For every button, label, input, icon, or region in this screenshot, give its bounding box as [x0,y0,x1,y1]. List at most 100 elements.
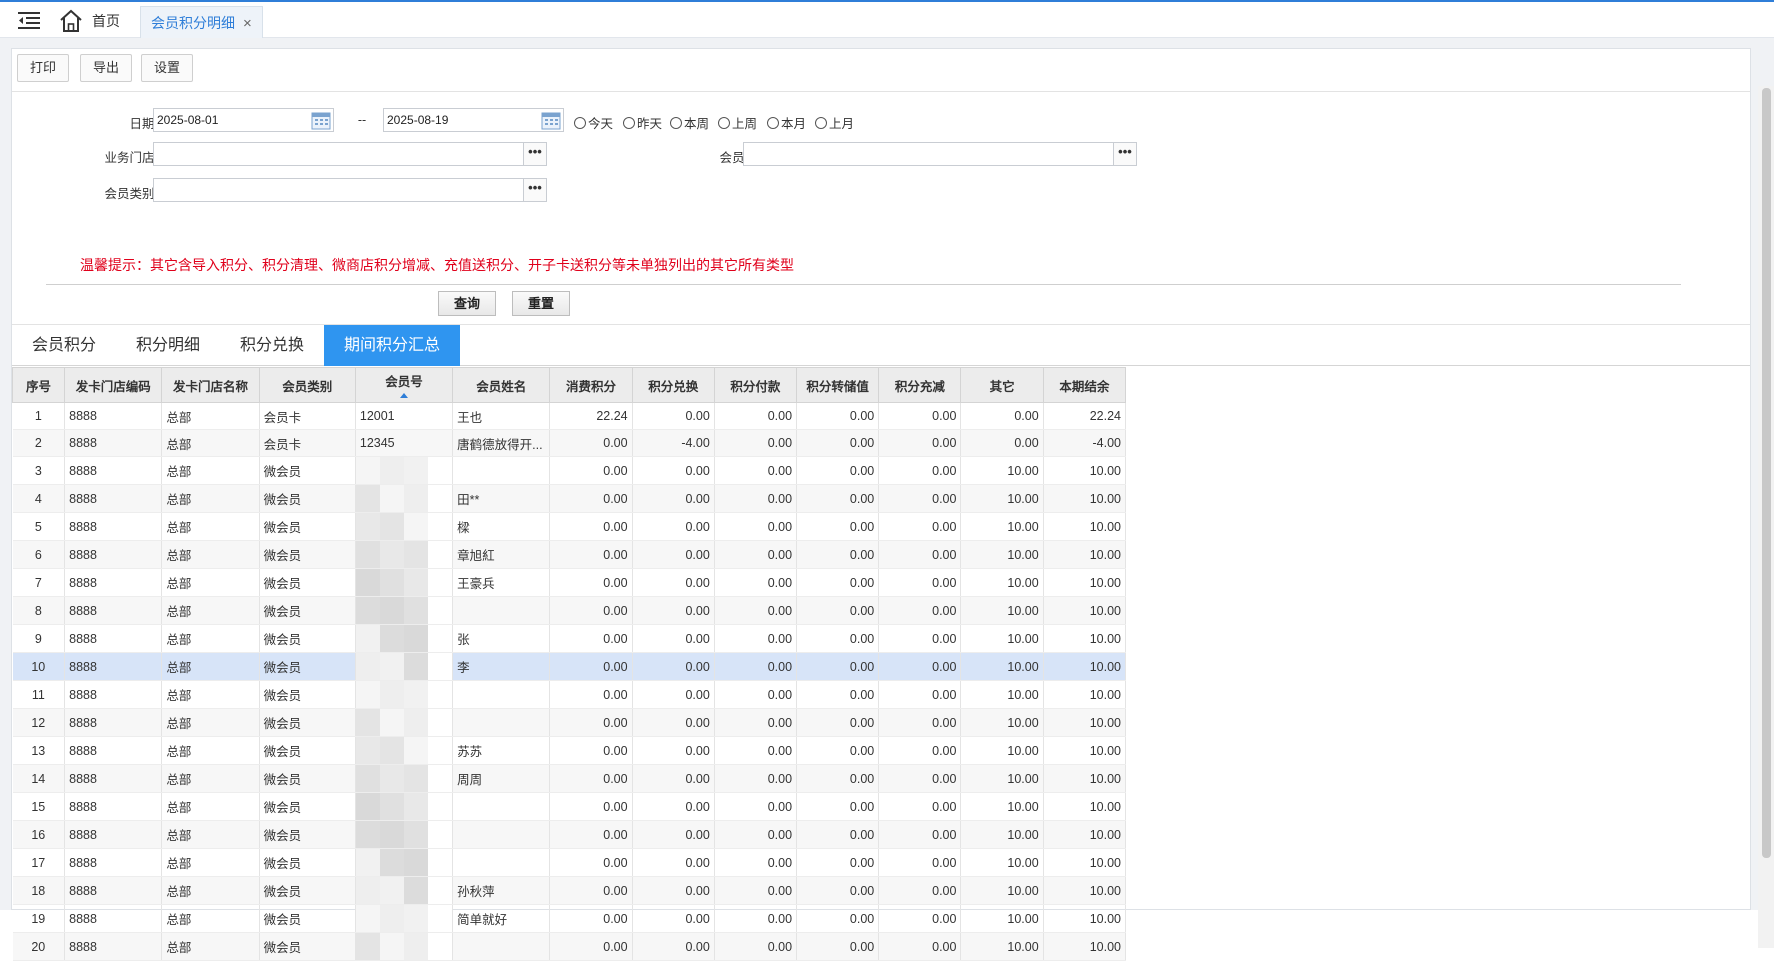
table-cell: 0.00 [549,596,633,625]
store-picker-button[interactable]: ••• [523,142,547,166]
table-cell: 0.00 [632,876,715,905]
scrollbar-thumb[interactable] [1762,88,1771,858]
category-input[interactable] [153,178,524,202]
vertical-scrollbar[interactable] [1758,86,1774,948]
table-row[interactable]: 1 8888 总部 会员卡 12001 王也 22.24 0.00 0.00 0.00 0.00 0.… [12,402,1127,430]
table-cell: 李 [452,652,551,681]
table-row[interactable]: 8 8888 总部 微会员 0.00 0.00 0.00 0.00 0.00 10.00 10.00 [12,596,1127,625]
close-icon[interactable]: × [243,15,252,32]
redacted-member-number [355,653,452,680]
table-cell: 总部 [161,876,260,905]
radio-this-month[interactable]: 本月 [767,113,806,132]
table-cell: 12001 [355,402,454,430]
calendar-icon[interactable] [310,109,332,131]
table-cell: 8888 [64,456,163,485]
table-row[interactable]: 15 8888 总部 微会员 0.00 0.00 0.00 0.00 0.00 10.00 10.0… [12,792,1127,821]
table-row[interactable]: 12 8888 总部 微会员 0.00 0.00 0.00 0.00 0.00 10.00 10.0… [12,708,1127,737]
table-cell: 0.00 [796,652,880,681]
column-header[interactable]: 积分充减 [878,367,962,403]
table-row[interactable]: 5 8888 总部 微会员樑 0.00 0.00 0.00 0.00 0.00 10.00 10.0… [12,512,1127,541]
export-button[interactable]: 导出 [80,54,133,82]
date-from-input[interactable]: 2025-08-01 [153,108,334,132]
column-header[interactable]: 会员姓名 [452,367,551,403]
table-row[interactable]: 11 8888 总部 微会员 0.00 0.00 0.00 0.00 0.00 10.00 10.0… [12,680,1127,709]
column-header[interactable]: 积分转储值 [796,367,880,403]
table-row[interactable]: 9 8888 总部 微会员张 0.00 0.00 0.00 0.00 0.00 10.00 10.0… [12,624,1127,653]
column-header[interactable]: 发卡门店名称 [161,367,260,403]
sort-ascending-icon [400,393,408,398]
table-cell: 苏苏 [452,736,551,765]
redacted-member-number [355,485,452,512]
table-row[interactable]: 3 8888 总部 微会员 0.00 0.00 0.00 0.00 0.00 10.00 10.00 [12,456,1127,485]
radio-last-week[interactable]: 上周 [718,113,757,132]
radio-this-week[interactable]: 本周 [670,113,709,132]
category-picker-button[interactable]: ••• [523,178,547,202]
member-picker-button[interactable]: ••• [1113,142,1137,166]
column-header[interactable]: 本期结余 [1042,367,1127,403]
column-header[interactable]: 会员类别 [258,367,356,403]
table-cell: 2 [12,429,66,457]
column-header[interactable]: 发卡门店编码 [64,367,163,403]
store-input[interactable] [153,142,524,166]
home-tab[interactable]: 首页 [58,8,120,34]
print-button[interactable]: 打印 [17,54,70,82]
table-cell: 0.00 [796,456,880,485]
table-cell: 微会员 [259,680,356,709]
query-button[interactable]: 查询 [438,291,496,316]
table-cell: 0.00 [714,876,798,905]
table-row[interactable]: 10 8888 总部 微会员李 0.00 0.00 0.00 0.00 0.00 10.00 10.… [12,652,1127,681]
table-row[interactable]: 4 8888 总部 微会员 田** 0.00 0.00 0.00 0.00 0.00 10.00 10… [12,484,1127,513]
table-cell: 8888 [64,764,163,793]
home-icon [60,9,82,32]
column-header[interactable]: 会员号 [354,367,454,403]
table-row[interactable]: 20 8888 总部 微会员 0.00 0.00 0.00 0.00 0.00 10.00 10.0… [12,932,1127,961]
table-row[interactable]: 7 8888 总部 微会员 王豪兵 0.00 0.00 0.00 0.00 0.00 10.00 10… [12,568,1127,597]
warm-tip: 温馨提示：其它含导入积分、积分清理、微商店积分增减、充值送积分、开子卡送积分等未… [80,257,794,273]
table-cell: 会员卡 [259,429,356,457]
table-cell [452,596,551,625]
settings-button[interactable]: 设置 [141,54,194,82]
table-cell [355,456,454,485]
table-cell: 0.00 [878,736,962,765]
tab-points-exchange[interactable]: 积分兑换 [220,325,324,366]
table-row[interactable]: 17 8888 总部 微会员 0.00 0.00 0.00 0.00 0.00 10.00 10.0… [12,848,1127,877]
table-cell: 张 [452,624,551,653]
table-row[interactable]: 2 8888 总部 会员卡 12345 唐鹤德放得开... 0.00 -4.00 0.00 0.0… [12,429,1127,457]
table-cell: 0.00 [878,708,962,737]
column-header[interactable]: 消费积分 [549,367,633,403]
table-cell: 1 [12,402,66,430]
tab-member-points[interactable]: 会员积分 [12,325,116,366]
member-input[interactable] [743,142,1114,166]
table-cell: 微会员 [259,904,356,933]
column-header[interactable]: 积分付款 [713,367,798,403]
radio-yesterday[interactable]: 昨天 [623,113,662,132]
radio-today[interactable]: 今天 [574,113,613,132]
table-row[interactable]: 16 8888 总部 微会员 0.00 0.00 0.00 0.00 0.00 10.00 10.0… [12,820,1127,849]
column-header-label: 积分充减 [894,379,945,394]
table-row[interactable]: 13 8888 总部 微会员 苏苏 0.00 0.00 0.00 0.00 0.00 10.00 10… [12,736,1127,765]
table-cell: 10.00 [960,484,1044,513]
table-row[interactable]: 18 8888 总部 微会员 孙秋萍 0.00 0.00 0.00 0.00 0.00 10.00 1… [12,876,1127,905]
report-panel: 打印 导出 设置 日期: 2025-08-01 -- 2025-08-19 今天… [11,48,1751,961]
table-row[interactable]: 6 8888 总部 微会员 章旭紅 0.00 0.00 0.00 0.00 0.00 10.00 10… [12,540,1127,569]
calendar-icon[interactable] [540,109,562,131]
table-row[interactable]: 19 8888 总部 微会员 简单就好 0.00 0.00 0.00 0.00 0.00 10.00… [12,904,1127,933]
table-cell: 0.00 [714,652,798,681]
radio-last-month[interactable]: 上月 [815,113,854,132]
table-cell: 22.24 [1043,402,1127,430]
tab-points-detail[interactable]: 积分明细 [116,325,220,366]
column-header[interactable]: 其它 [960,367,1044,403]
tab-period-summary[interactable]: 期间积分汇总 [324,325,460,366]
reset-button[interactable]: 重置 [512,291,570,316]
table-cell: 0.00 [878,904,962,933]
table-row[interactable]: 14 8888 总部 微会员 周周 0.00 0.00 0.00 0.00 0.00 10.00 10… [12,764,1127,793]
menu-toggle-icon[interactable] [18,11,40,29]
table-cell: 总部 [161,456,260,485]
table-cell: 10.00 [960,736,1044,765]
date-to-input[interactable]: 2025-08-19 [383,108,564,132]
column-header[interactable]: 积分兑换 [631,367,715,403]
table-cell: 8888 [64,736,163,765]
column-header[interactable]: 序号 [11,367,66,403]
tab-member-points-detail[interactable]: 会员积分明细 × [140,6,263,39]
table-cell: 0.00 [796,792,880,821]
